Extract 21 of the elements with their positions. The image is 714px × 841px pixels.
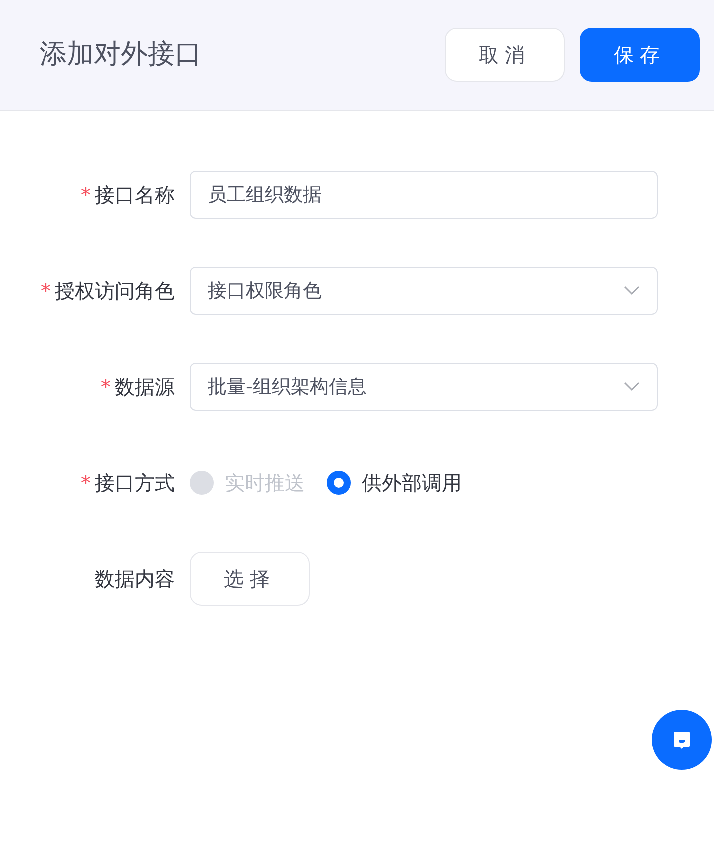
cancel-button[interactable]: 取消 (445, 28, 565, 82)
radio-button[interactable] (327, 471, 351, 495)
chevron-down-icon (624, 286, 640, 296)
required-mark: * (81, 182, 91, 209)
field-label: 数据内容 (95, 566, 175, 593)
required-mark: * (101, 374, 111, 401)
chevron-down-icon (624, 382, 640, 392)
select-field[interactable]: 批量-组织架构信息 (190, 363, 658, 411)
field-label: 接口方式 (95, 470, 175, 497)
field-label: 接口名称 (95, 182, 175, 209)
required-mark: * (41, 278, 51, 305)
radio-label[interactable]: 供外部调用 (362, 468, 462, 498)
field-label: 数据源 (115, 374, 175, 401)
page-title: 添加对外接口 (40, 38, 203, 72)
select-button[interactable]: 选择 (190, 552, 310, 606)
select-field[interactable]: 接口权限角色 (190, 267, 658, 315)
input-field[interactable]: 员工组织数据 (190, 171, 658, 219)
save-button[interactable]: 保存 (580, 28, 700, 82)
chat-icon (672, 730, 692, 750)
required-mark: * (81, 470, 91, 497)
field-label: 授权访问角色 (55, 278, 175, 305)
